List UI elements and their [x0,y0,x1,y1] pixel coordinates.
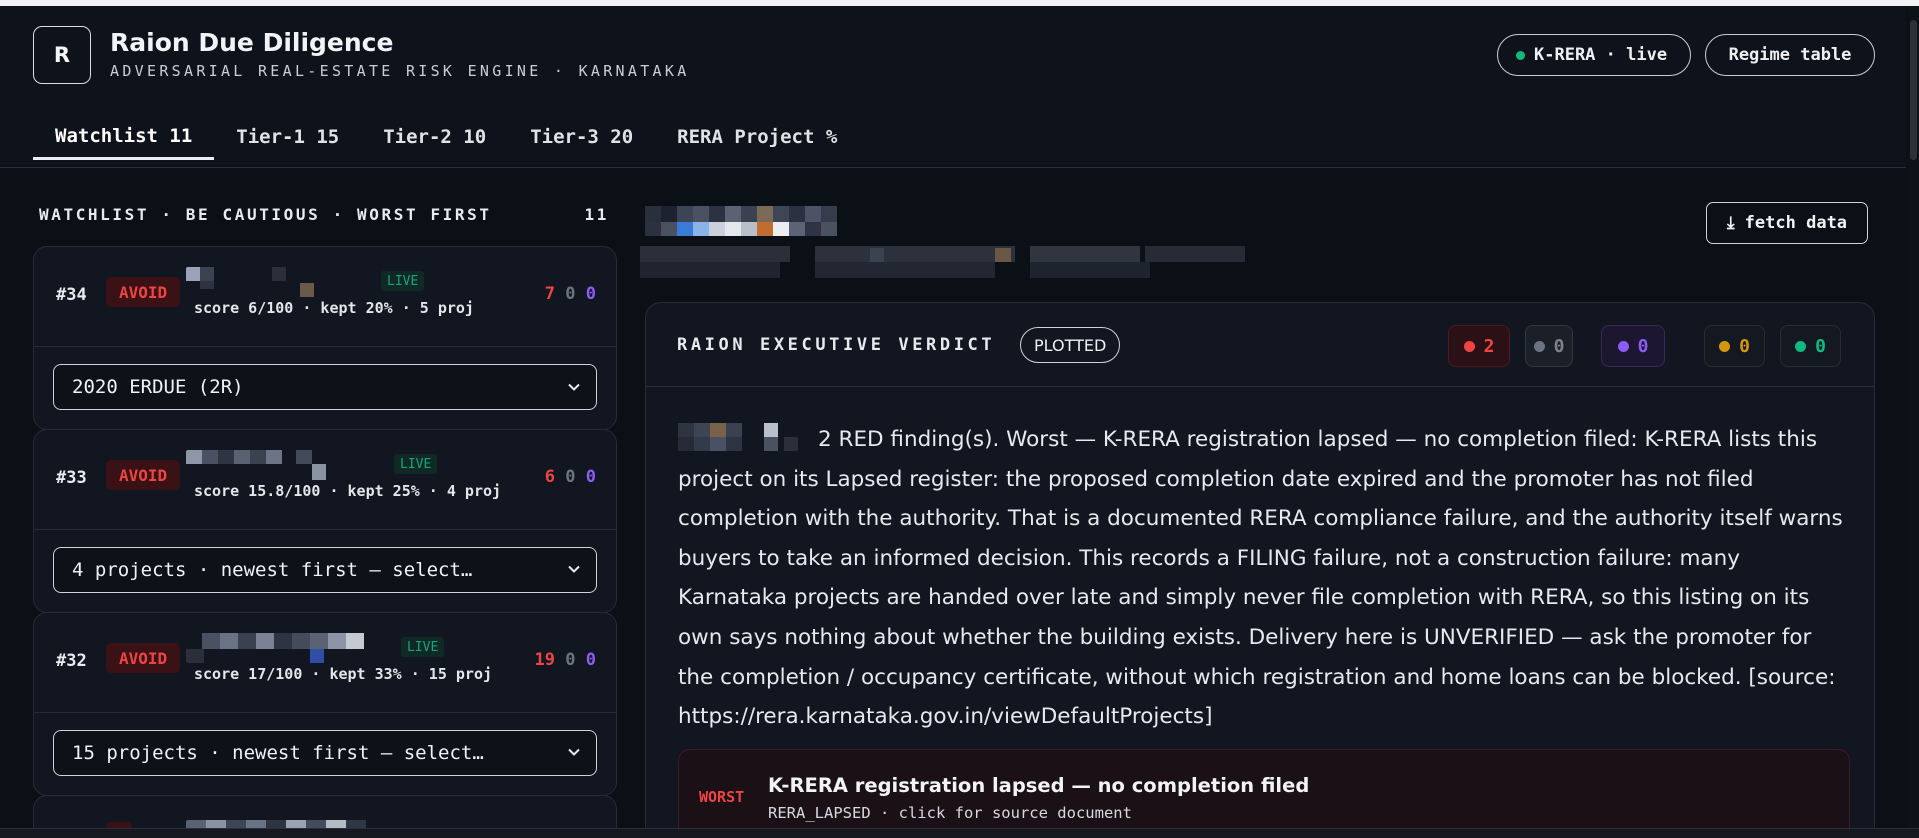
app-title: Raion Due Diligence [110,28,394,57]
k-rera-live-label: K-RERA · live [1534,45,1668,65]
executive-verdict-panel: RAION EXECUTIVE VERDICT PLOTTED 2 0 0 0 … [645,302,1875,838]
project-select-value: 15 projects · newest first — select… [72,742,484,764]
red-dot-icon [1463,340,1475,352]
rank-label: #34 [56,285,87,305]
redacted-project-address [640,246,1250,280]
grey-dot-icon [1533,340,1545,352]
violet-dot-icon [1617,340,1629,352]
worst-finding-title: K-RERA registration lapsed — no completi… [768,774,1310,797]
worst-finding-card[interactable]: WORST K-RERA registration lapsed — no co… [678,749,1850,838]
green-dot-icon [1795,340,1807,352]
finding-counts: 6 0 0 [545,467,596,487]
app-subtitle: ADVERSARIAL REAL-ESTATE RISK ENGINE · KA… [110,62,690,80]
amber-dot-icon [1719,340,1731,352]
redacted-project-title [645,206,847,238]
amber-findings-count: 0 [1739,335,1750,357]
redacted-project-name [186,633,406,663]
verdict-header: RAION EXECUTIVE VERDICT PLOTTED 2 0 0 0 … [646,303,1874,387]
score-line: score 17/100 · kept 33% · 15 proj [194,665,493,683]
rank-label: #32 [56,651,87,671]
watchlist-card: #34 AVOID LIVE score 6/100 · kept 20% · … [33,246,617,430]
red-count: 19 [534,650,555,670]
watchlist-card-summary[interactable]: #32 AVOID LIVE score 17/100 · kept 33% ·… [34,613,616,713]
chevron-down-icon [568,383,580,391]
red-findings-count: 2 [1483,335,1495,357]
live-status-dot-icon [1516,50,1525,60]
project-select[interactable]: 15 projects · newest first — select… [53,730,597,776]
project-select-row: 15 projects · newest first — select… [34,713,616,795]
plotted-badge: PLOTTED [1020,327,1121,363]
tab-bar: Watchlist 11 Tier-1 15 Tier-2 10 Tier-3 … [33,114,859,162]
live-badge: LIVE [381,271,425,291]
redacted-project-name-inline [678,423,812,453]
watchlist-count: 11 [584,205,609,224]
red-count: 7 [544,284,555,304]
score-line: score 6/100 · kept 20% · 5 proj [194,299,474,317]
rank-label: #33 [56,468,87,488]
tab-tier-1[interactable]: Tier-1 15 [214,114,361,160]
regime-table-button[interactable]: Regime table [1705,34,1875,76]
worst-label: WORST [699,788,745,806]
redacted-project-name [186,267,366,297]
finding-counts: 7 0 0 [545,284,596,304]
regime-table-label: Regime table [1728,45,1852,65]
grey-count: 0 [565,284,576,304]
finding-counts: 19 0 0 [535,650,596,670]
violet-findings-count: 0 [1637,335,1649,357]
live-badge: LIVE [401,637,445,657]
k-rera-live-pill[interactable]: K-RERA · live [1497,34,1691,76]
violet-count: 0 [585,467,596,487]
red-findings-chip[interactable]: 2 [1448,325,1510,367]
tab-tier-3[interactable]: Tier-3 20 [508,114,655,160]
red-count: 6 [544,467,555,487]
page-scrollbar[interactable] [1908,6,1919,838]
project-select[interactable]: 4 projects · newest first — select… [53,547,597,593]
redacted-project-name [186,450,386,480]
score-line: score 15.8/100 · kept 25% · 4 proj [194,482,502,500]
amber-findings-chip[interactable]: 0 [1704,325,1765,367]
verdict-title: RAION EXECUTIVE VERDICT [677,335,996,355]
green-findings-count: 0 [1815,335,1826,357]
verdict-body: 2 RED finding(s). Worst — K-RERA registr… [678,420,1848,737]
scrollbar-thumb[interactable] [1910,20,1917,160]
tab-rera-project[interactable]: RERA Project % [655,114,859,160]
app-logo: R [33,26,91,84]
violet-count: 0 [585,650,596,670]
grey-findings-count: 0 [1553,335,1565,357]
avoid-badge: AVOID [106,643,181,673]
project-select-row: 2020 ERDUE (2R) [34,347,616,429]
project-select[interactable]: 2020 ERDUE (2R) [53,364,597,410]
chevron-down-icon [568,748,580,756]
watchlist-heading: WATCHLIST · BE CAUTIOUS · WORST FIRST [39,205,492,224]
verdict-text: 2 RED finding(s). Worst — K-RERA registr… [678,427,1843,730]
tab-watchlist[interactable]: Watchlist 11 [33,114,215,160]
project-select-value: 4 projects · newest first — select… [72,559,473,581]
worst-finding-subtitle[interactable]: RERA_LAPSED · click for source document [768,804,1132,822]
violet-count: 0 [585,284,596,304]
watchlist-card-summary[interactable]: #34 AVOID LIVE score 6/100 · kept 20% · … [34,247,616,347]
avoid-badge: AVOID [106,277,181,307]
bottom-edge-bar [0,828,1919,838]
watchlist-card: #33 AVOID LIVE score 15.8/100 · kept 25%… [33,429,617,613]
project-select-value: 2020 ERDUE (2R) [72,376,244,398]
watchlist-card-summary[interactable]: #33 AVOID LIVE score 15.8/100 · kept 25%… [34,430,616,530]
avoid-badge: AVOID [106,460,181,490]
fetch-data-label: ⤓ fetch data [1726,213,1848,233]
watchlist-card: #32 AVOID LIVE score 17/100 · kept 33% ·… [33,612,617,796]
violet-findings-chip[interactable]: 0 [1601,325,1665,367]
green-findings-chip[interactable]: 0 [1780,325,1841,367]
app-header: R Raion Due Diligence ADVERSARIAL REAL-E… [0,6,1906,168]
live-badge: LIVE [394,454,438,474]
grey-count: 0 [565,650,576,670]
tab-tier-2[interactable]: Tier-2 10 [361,114,508,160]
project-select-row: 4 projects · newest first — select… [34,530,616,612]
chevron-down-icon [568,565,580,573]
fetch-data-button[interactable]: ⤓ fetch data [1706,202,1868,244]
grey-findings-chip[interactable]: 0 [1525,325,1573,367]
watchlist-heading-row: WATCHLIST · BE CAUTIOUS · WORST FIRST 11 [39,205,609,224]
grey-count: 0 [565,467,576,487]
